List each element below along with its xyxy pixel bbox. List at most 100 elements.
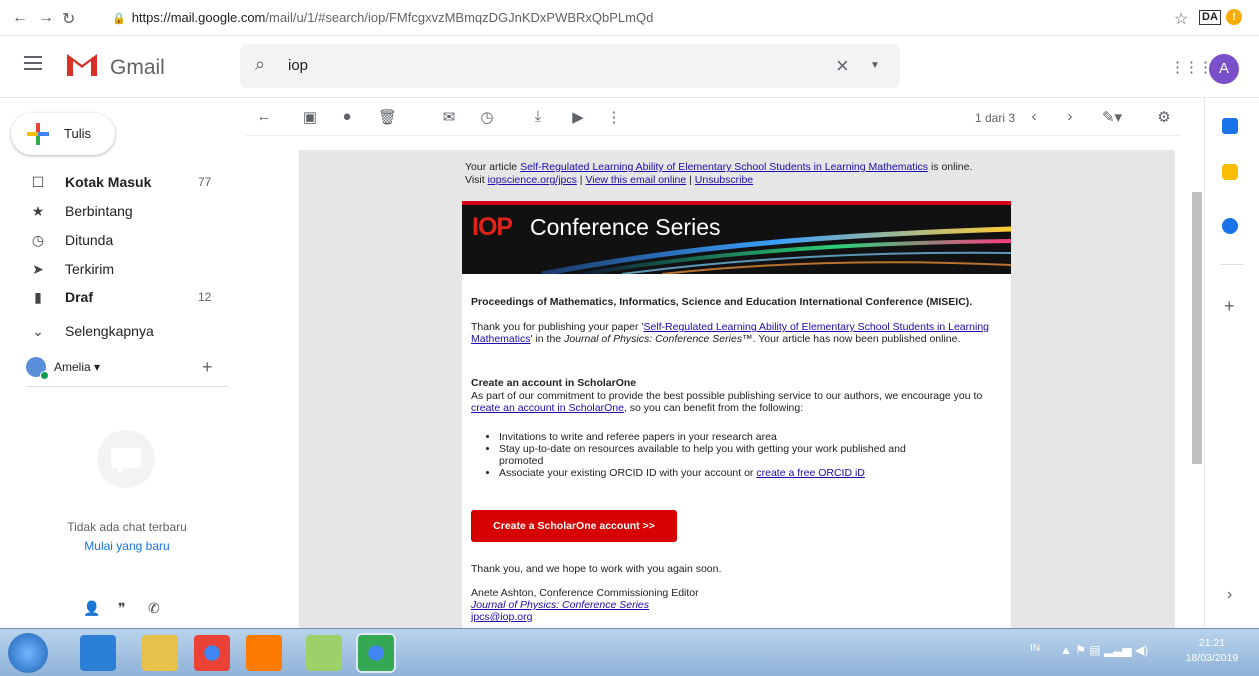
iop-logo: IOP: [472, 213, 513, 241]
chat-empty-text: Tidak ada chat terbaru: [67, 520, 187, 534]
forward-arrow-icon[interactable]: →: [38, 9, 54, 27]
expand-panel-icon[interactable]: ›: [1227, 586, 1232, 604]
input-tools-icon[interactable]: ✎▾: [1097, 108, 1127, 126]
snooze-icon[interactable]: ◷: [478, 108, 496, 126]
sidebar-item-inbox[interactable]: ☐ Kotak Masuk 77: [0, 169, 230, 197]
clock-date: 18/03/2019: [1185, 652, 1239, 664]
url-path: /mail/u/1/#search/iop/FMfcgxvzMBmqzDGJnK…: [265, 10, 654, 25]
file-explorer-icon[interactable]: [142, 635, 178, 671]
chat-bubble-icon: [97, 430, 155, 488]
chrome-icon[interactable]: [194, 635, 230, 671]
star-icon: ★: [31, 203, 45, 219]
message-toolbar: ← ▣ ● 🗑 ✉ ◷ ⤓ ▶ ⋮ 1 dari 3 ‹ › ✎▾ ⚙: [245, 100, 1180, 136]
tasks-icon[interactable]: [1222, 218, 1238, 234]
create-scholarone-button[interactable]: Create a ScholarOne account >>: [471, 510, 677, 542]
language-indicator[interactable]: IN: [1030, 643, 1040, 654]
compose-button[interactable]: Tulis: [11, 113, 115, 155]
media-player-icon[interactable]: [246, 635, 282, 671]
internet-explorer-icon[interactable]: [80, 635, 116, 671]
send-icon: ➤: [32, 261, 44, 277]
move-to-icon[interactable]: ⤓: [529, 108, 547, 126]
sidebar-item-drafts[interactable]: ▮ Draf 12: [0, 284, 230, 312]
iopscience-link[interactable]: iopscience.org/jpcs: [488, 174, 577, 186]
journal-link[interactable]: Journal of Physics: Conference Series: [471, 599, 649, 611]
folder-app-icon[interactable]: [306, 635, 342, 671]
thank-you-paragraph: Thank you for publishing your paper 'Sel…: [471, 321, 989, 345]
view-online-link[interactable]: View this email online: [585, 174, 686, 186]
compose-plus-icon: [27, 123, 49, 145]
scrollbar-thumb[interactable]: [1192, 192, 1202, 464]
settings-gear-icon[interactable]: ⚙: [1155, 108, 1173, 126]
system-clock[interactable]: 21:21 18/03/2019: [1172, 636, 1252, 666]
email-link[interactable]: jpcs@iop.org: [471, 611, 532, 623]
chevron-down-icon: ⌄: [32, 323, 44, 339]
phone-icon[interactable]: ✆: [148, 600, 160, 617]
extension-warning-icon[interactable]: !: [1226, 9, 1242, 25]
report-spam-icon[interactable]: ●: [338, 108, 356, 126]
create-account-heading: Create an account in ScholarOne: [471, 377, 637, 389]
delete-icon[interactable]: 🗑: [378, 108, 397, 126]
signature: Anete Ashton, Conference Commissioning E…: [471, 587, 1001, 623]
pagination-text: 1 dari 3: [975, 111, 1016, 125]
lock-icon: 🔒: [112, 13, 126, 25]
sidebar-item-label: Draf: [65, 289, 94, 305]
gmail-logo-icon[interactable]: [64, 50, 100, 78]
online-status-icon: [40, 371, 49, 380]
sidebar-item-label: Berbintang: [65, 203, 133, 219]
clock-time: 21:21: [1198, 637, 1226, 649]
address-bar[interactable]: 🔒 https://mail.google.com/mail/u/1/#searc…: [112, 7, 653, 29]
new-chat-plus-icon[interactable]: +: [202, 357, 213, 378]
browser-toolbar: ← → ↻ 🔒 https://mail.google.com/mail/u/1/…: [0, 0, 1259, 36]
apps-grid-icon[interactable]: ⋮⋮⋮: [1170, 58, 1213, 76]
clear-search-icon[interactable]: ×: [836, 53, 849, 79]
list-item: Stay up-to-date on resources available t…: [499, 443, 1001, 467]
older-chevron-icon[interactable]: ›: [1061, 108, 1079, 126]
sidebar-item-label: Ditunda: [65, 232, 114, 248]
start-button-icon[interactable]: [8, 633, 48, 673]
tray-icons[interactable]: ▲ ⚑ ▤ ▂▃▅ ◀): [1060, 643, 1148, 657]
side-panel: + ›: [1204, 98, 1259, 628]
sidebar-item-more[interactable]: ⌄ Selengkapnya: [0, 318, 230, 346]
main-menu-icon[interactable]: [24, 56, 42, 70]
orcid-link[interactable]: create a free ORCID iD: [756, 467, 865, 479]
account-avatar[interactable]: A: [1209, 54, 1239, 84]
search-icon[interactable]: ⌕: [255, 54, 265, 75]
search-bar[interactable]: ⌕ iop × ▼: [240, 44, 900, 88]
banner-title: Conference Series: [530, 214, 721, 240]
sidebar-item-sent[interactable]: ➤ Terkirim: [0, 256, 230, 284]
mark-unread-icon[interactable]: ✉: [440, 108, 458, 126]
list-item: Invitations to write and referee papers …: [499, 431, 1001, 443]
add-addon-icon[interactable]: +: [1224, 296, 1235, 317]
back-arrow-icon[interactable]: ←: [12, 9, 28, 27]
search-options-icon[interactable]: ▼: [870, 60, 880, 71]
search-input[interactable]: iop: [288, 57, 308, 74]
start-chat-link[interactable]: Mulai yang baru: [0, 539, 254, 553]
list-item: Associate your existing ORCID ID with yo…: [499, 467, 1001, 479]
bookmark-star-icon[interactable]: ☆: [1174, 9, 1188, 29]
windows-taskbar: IN ▲ ⚑ ▤ ▂▃▅ ◀) 21:21 18/03/2019: [0, 628, 1259, 676]
hangouts-account[interactable]: Amelia ▾ +: [26, 357, 228, 387]
closing-text: Thank you, and we hope to work with you …: [471, 563, 722, 575]
gmail-header: Gmail ⌕ iop × ▼ ⋮⋮⋮ A: [0, 36, 1259, 98]
article-link[interactable]: Self-Regulated Learning Ability of Eleme…: [520, 161, 928, 173]
calendar-icon[interactable]: [1222, 118, 1238, 134]
chrome-active-icon[interactable]: [358, 635, 394, 671]
reload-icon[interactable]: ↻: [62, 9, 75, 29]
conference-title: Proceedings of Mathematics, Informatics,…: [471, 296, 973, 308]
label-icon[interactable]: ▶: [569, 108, 587, 126]
unsubscribe-link[interactable]: Unsubscribe: [695, 174, 753, 186]
sidebar-item-label: Terkirim: [65, 261, 114, 277]
hangouts-icon[interactable]: ❞: [118, 600, 126, 617]
archive-icon[interactable]: ▣: [301, 108, 319, 126]
compose-label: Tulis: [64, 126, 91, 141]
scholarone-link[interactable]: create an account in ScholarOne: [471, 402, 624, 414]
extension-da-icon[interactable]: DA: [1199, 10, 1221, 25]
sidebar-item-starred[interactable]: ★ Berbintang: [0, 198, 230, 226]
contacts-icon[interactable]: 👤: [83, 600, 100, 617]
newer-chevron-icon[interactable]: ‹: [1025, 108, 1043, 126]
inbox-icon: ☐: [31, 174, 45, 190]
back-to-list-icon[interactable]: ←: [255, 108, 273, 126]
more-options-icon[interactable]: ⋮: [605, 108, 623, 126]
keep-icon[interactable]: [1222, 164, 1238, 180]
sidebar-item-snoozed[interactable]: ◷ Ditunda: [0, 227, 230, 255]
